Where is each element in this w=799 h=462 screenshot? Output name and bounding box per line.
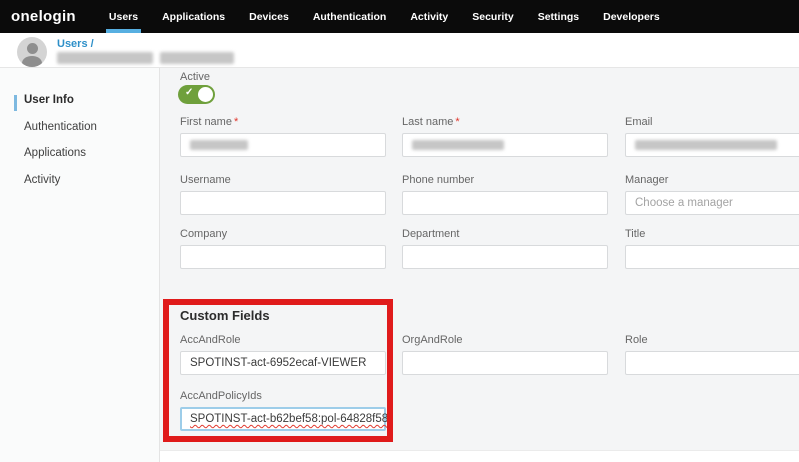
title-label: Title <box>625 228 799 240</box>
toggle-knob <box>198 87 213 102</box>
phone-number-label: Phone number <box>402 174 608 186</box>
required-mark: * <box>455 116 459 128</box>
user-avatar-icon <box>17 37 47 67</box>
nav-item-authentication[interactable]: Authentication <box>313 0 387 33</box>
top-nav: onelogin Users Applications Devices Auth… <box>0 0 799 33</box>
first-name-label: First name <box>180 116 232 128</box>
nav-item-users[interactable]: Users <box>109 0 138 33</box>
company-label: Company <box>180 228 386 240</box>
role-input[interactable] <box>625 351 799 375</box>
field-first-name: First name* <box>180 116 386 157</box>
manager-input[interactable] <box>625 191 799 215</box>
nav-item-settings[interactable]: Settings <box>538 0 579 33</box>
avatar-head-shape <box>27 43 38 54</box>
department-label: Department <box>402 228 608 240</box>
acc-and-policy-ids-input[interactable]: SPOTINST-act-b62bef58:pol-64828f58 <box>180 407 386 431</box>
role-label: Role <box>625 334 799 346</box>
company-input[interactable] <box>180 245 386 269</box>
nav-item-applications[interactable]: Applications <box>162 0 225 33</box>
last-name-label: Last name <box>402 116 453 128</box>
nav-item-developers[interactable]: Developers <box>603 0 660 33</box>
username-input[interactable] <box>180 191 386 215</box>
field-acc-and-policy-ids: AccAndPolicyIds SPOTINST-act-b62bef58:po… <box>180 390 386 431</box>
redacted-value <box>412 140 504 150</box>
field-acc-and-role: AccAndRole <box>180 334 386 375</box>
field-role: Role <box>625 334 799 375</box>
active-toggle[interactable]: ✓ <box>178 85 215 104</box>
page-bottom-strip <box>160 450 799 462</box>
custom-fields-heading: Custom Fields <box>180 308 270 323</box>
field-company: Company <box>180 228 386 269</box>
page-header: Users / <box>0 33 799 68</box>
active-toggle-label: Active <box>180 71 210 83</box>
field-org-and-role: OrgAndRole <box>402 334 608 375</box>
username-label: Username <box>180 174 386 186</box>
nav-item-devices[interactable]: Devices <box>249 0 289 33</box>
breadcrumb-users-link[interactable]: Users / <box>57 38 94 50</box>
avatar-body-shape <box>22 56 42 67</box>
onelogin-logo[interactable]: onelogin <box>11 8 76 25</box>
field-department: Department <box>402 228 608 269</box>
email-label: Email <box>625 116 799 128</box>
sidebar-item-activity[interactable]: Activity <box>24 174 60 186</box>
acc-and-policy-ids-value: SPOTINST-act-b62bef58:pol-64828f58 <box>190 413 388 425</box>
field-last-name: Last name* <box>402 116 608 157</box>
field-title: Title <box>625 228 799 269</box>
title-input[interactable] <box>625 245 799 269</box>
org-and-role-label: OrgAndRole <box>402 334 608 346</box>
check-icon: ✓ <box>185 87 193 98</box>
field-username: Username <box>180 174 386 215</box>
acc-and-role-label: AccAndRole <box>180 334 386 346</box>
redacted-value <box>190 140 248 150</box>
onelogin-admin-window: onelogin Users Applications Devices Auth… <box>0 0 799 462</box>
acc-and-role-input[interactable] <box>180 351 386 375</box>
nav-item-activity[interactable]: Activity <box>410 0 448 33</box>
required-mark: * <box>234 116 238 128</box>
user-sidebar: User Info Authentication Applications Ac… <box>0 68 160 462</box>
redacted-user-name <box>57 52 234 64</box>
sidebar-item-user-info[interactable]: User Info <box>24 94 74 106</box>
acc-and-policy-ids-label: AccAndPolicyIds <box>180 390 386 402</box>
redacted-value <box>635 140 777 150</box>
nav-menu: Users Applications Devices Authenticatio… <box>109 0 660 33</box>
manager-label: Manager <box>625 174 799 186</box>
department-input[interactable] <box>402 245 608 269</box>
sidebar-item-authentication[interactable]: Authentication <box>24 121 97 133</box>
email-input[interactable] <box>625 133 799 157</box>
last-name-input[interactable] <box>402 133 608 157</box>
active-tab-indicator <box>14 95 17 111</box>
org-and-role-input[interactable] <box>402 351 608 375</box>
user-info-form: Active ✓ First name* Last name* Email Us… <box>160 68 799 450</box>
phone-number-input[interactable] <box>402 191 608 215</box>
first-name-input[interactable] <box>180 133 386 157</box>
field-email: Email <box>625 116 799 157</box>
field-phone-number: Phone number <box>402 174 608 215</box>
nav-item-security[interactable]: Security <box>472 0 513 33</box>
sidebar-item-applications[interactable]: Applications <box>24 147 86 159</box>
field-manager: Manager <box>625 174 799 215</box>
